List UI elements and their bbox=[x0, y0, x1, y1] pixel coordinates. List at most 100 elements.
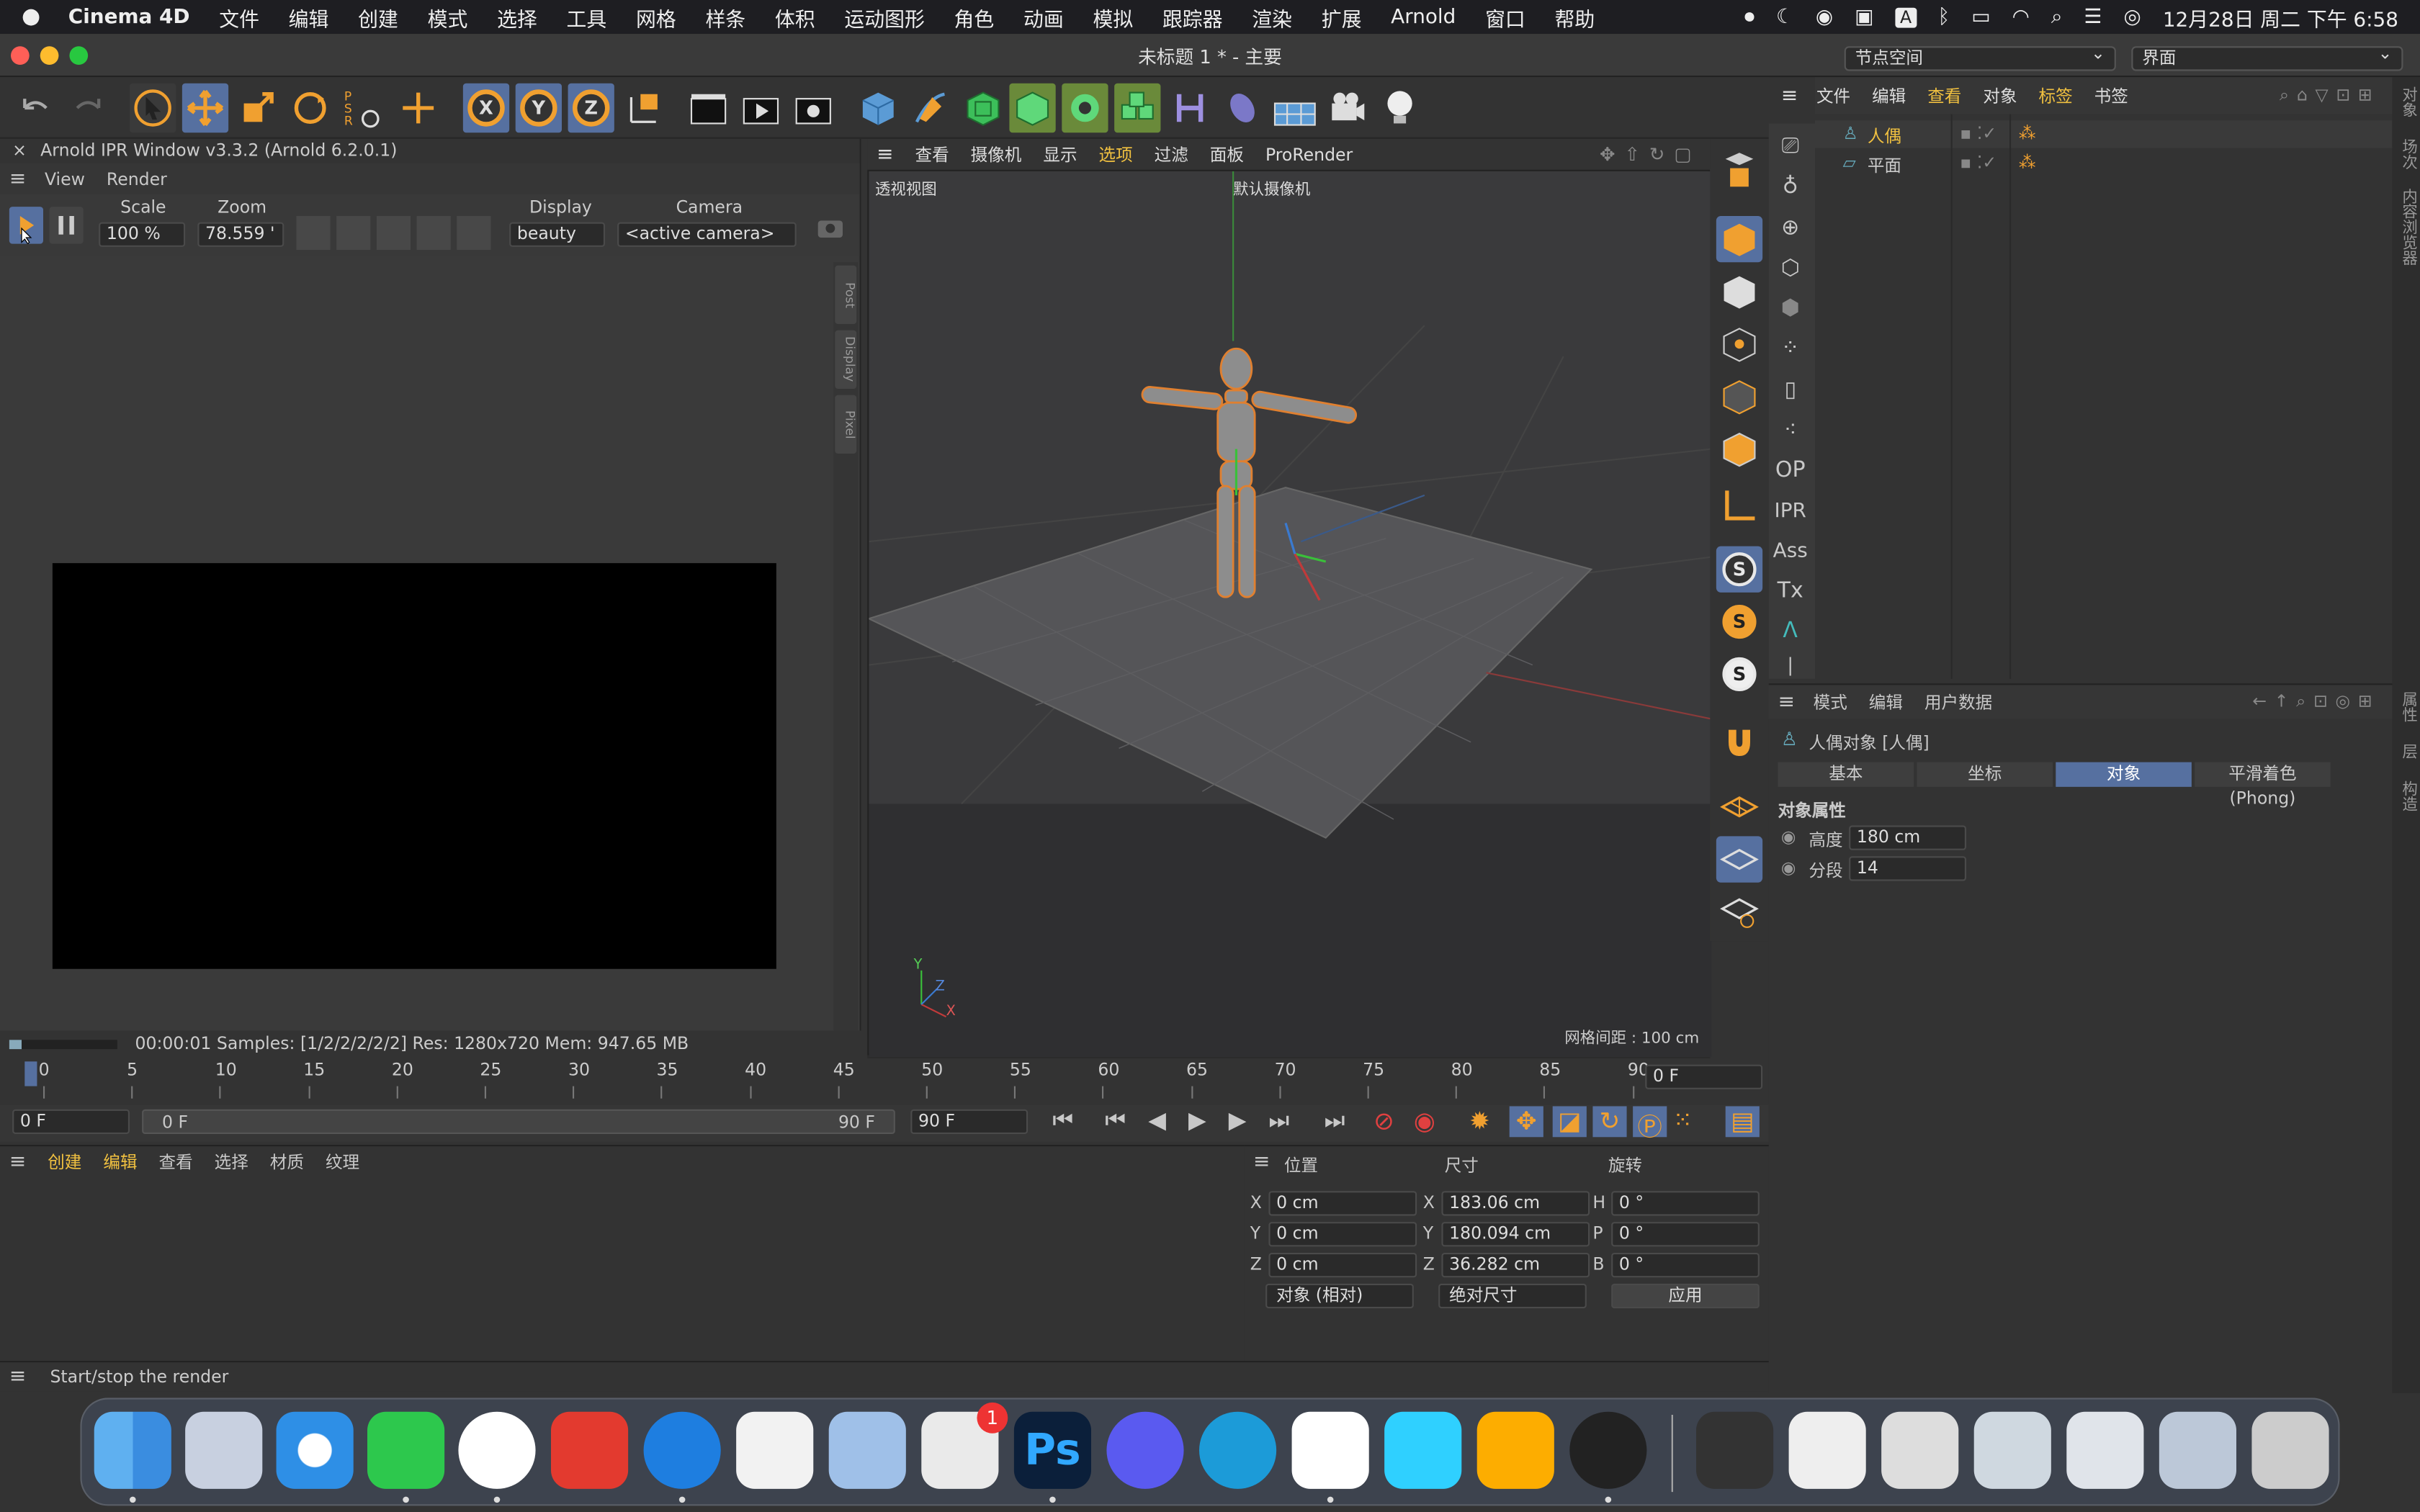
vp-menu-item[interactable]: ProRender bbox=[1265, 144, 1353, 164]
rotation-field[interactable]: 0 ° bbox=[1611, 1191, 1760, 1216]
view-icon-2[interactable] bbox=[376, 216, 411, 251]
tab-phong[interactable]: 平滑着色 (Phong) bbox=[2195, 762, 2331, 809]
object-name[interactable]: 人偶 bbox=[1868, 123, 1901, 148]
finder-icon[interactable] bbox=[94, 1411, 171, 1489]
appstore-icon[interactable]: 1 bbox=[921, 1402, 1008, 1489]
tag-icon[interactable]: ⁂ bbox=[2019, 153, 2036, 173]
arnold-camera-icon[interactable]: ⎚ bbox=[1769, 127, 1812, 167]
arnold-volume-icon[interactable]: ⬢ bbox=[1769, 289, 1812, 329]
menu-item[interactable]: 渲染 bbox=[1252, 2, 1292, 32]
workplane-lock-icon[interactable] bbox=[1716, 836, 1763, 883]
deformer-icon[interactable] bbox=[1167, 84, 1213, 133]
ipr-icon[interactable]: IPR bbox=[1769, 490, 1812, 531]
vp-menu-item[interactable]: 查看 bbox=[915, 142, 949, 166]
hamburger-icon[interactable]: ≡ bbox=[1778, 690, 1795, 714]
ipr-menu-render[interactable]: Render bbox=[107, 169, 167, 189]
vp-menu-item[interactable]: 显示 bbox=[1043, 142, 1077, 166]
light-icon[interactable] bbox=[1376, 84, 1422, 133]
undo-icon[interactable] bbox=[12, 84, 58, 133]
record-key-icon[interactable]: ⊘ bbox=[1373, 1106, 1394, 1135]
globe-icon[interactable] bbox=[336, 216, 371, 251]
timeline-playhead[interactable] bbox=[24, 1061, 37, 1086]
visibility-icon[interactable]: ▪ ⁚✓ bbox=[1960, 123, 1996, 143]
start-render-button[interactable] bbox=[9, 207, 43, 244]
menu-app[interactable]: Cinema 4D bbox=[68, 6, 190, 29]
menu-item[interactable]: 角色 bbox=[954, 2, 995, 32]
browser-icon[interactable] bbox=[643, 1411, 721, 1489]
window-thumbnail[interactable] bbox=[2066, 1411, 2144, 1489]
timeline-icon[interactable]: ▤ bbox=[1725, 1106, 1760, 1138]
preview-icon[interactable] bbox=[828, 1411, 906, 1489]
array-icon[interactable] bbox=[1114, 83, 1161, 133]
auto-key-icon[interactable]: ◉ bbox=[1414, 1106, 1435, 1135]
brush-icon[interactable] bbox=[457, 216, 491, 251]
wifi-icon[interactable]: ◠ bbox=[2012, 6, 2030, 29]
snap-icon[interactable] bbox=[1716, 719, 1762, 765]
tab-coord[interactable]: 坐标 bbox=[1917, 762, 2053, 787]
workplane-rotate-icon[interactable] bbox=[1716, 888, 1762, 935]
end-frame-field[interactable]: 90 F bbox=[910, 1109, 1028, 1134]
points-mode-icon[interactable] bbox=[1716, 321, 1762, 367]
menu-item[interactable]: 模式 bbox=[428, 2, 468, 32]
axis-mode-icon[interactable] bbox=[1716, 482, 1762, 528]
scale-icon[interactable] bbox=[235, 84, 281, 133]
key-position-icon[interactable]: ✥ bbox=[1509, 1106, 1543, 1138]
arnold-light-icon[interactable]: ♁ bbox=[1769, 166, 1812, 207]
more-icon[interactable]: | bbox=[1769, 651, 1812, 679]
zoom-field[interactable]: 78.559 ' bbox=[197, 222, 284, 247]
notification-icon[interactable]: ▣ bbox=[1855, 6, 1873, 29]
op-icon[interactable]: OP bbox=[1769, 451, 1812, 491]
attr-menu-item[interactable]: 用户数据 bbox=[1924, 690, 1992, 714]
apply-button[interactable]: 应用 bbox=[1611, 1283, 1760, 1309]
position-field[interactable]: 0 cm bbox=[1268, 1191, 1417, 1216]
object-row[interactable]: ♙ 人偶 ▪ ⁚✓ ⁂ bbox=[1815, 120, 2393, 148]
menu-item[interactable]: 模拟 bbox=[1093, 2, 1133, 32]
size-field[interactable]: 183.06 cm bbox=[1441, 1191, 1590, 1216]
prev-frame-icon[interactable]: ◀ bbox=[1148, 1106, 1166, 1134]
tab-object[interactable]: 对象 bbox=[2056, 762, 2192, 787]
menu-item[interactable]: 创建 bbox=[358, 2, 398, 32]
snapshot-camera-icon[interactable] bbox=[815, 213, 846, 241]
menu-item[interactable]: 体积 bbox=[775, 2, 815, 32]
arnold-scatter-icon[interactable]: ⁖ bbox=[1769, 410, 1812, 451]
om-menu-item[interactable]: 对象 bbox=[1983, 84, 2017, 108]
solo-hierarchy-icon[interactable]: S bbox=[1716, 598, 1762, 644]
mat-menu-item[interactable]: 查看 bbox=[159, 1149, 193, 1174]
render-image[interactable] bbox=[52, 563, 776, 969]
wechat-icon[interactable]: ◉ bbox=[1816, 6, 1833, 29]
hamburger-icon[interactable]: ≡ bbox=[1781, 84, 1798, 107]
z-axis-icon[interactable]: Z bbox=[568, 83, 614, 133]
arnold-particles-icon[interactable]: ⁘ bbox=[1769, 328, 1812, 369]
menu-item[interactable]: 选择 bbox=[497, 2, 537, 32]
texture-mode-icon[interactable] bbox=[1716, 269, 1762, 315]
cloner-icon[interactable] bbox=[1062, 83, 1108, 133]
menu-item[interactable]: 动画 bbox=[1023, 2, 1064, 32]
object-name[interactable]: 平面 bbox=[1868, 153, 1901, 177]
hamburger-icon[interactable]: ≡ bbox=[9, 1365, 26, 1388]
hamburger-icon[interactable]: ≡ bbox=[877, 143, 893, 166]
rotation-field[interactable]: 0 ° bbox=[1611, 1222, 1760, 1247]
moon-icon[interactable]: ☾ bbox=[1776, 6, 1794, 29]
mat-menu-item[interactable]: 纹理 bbox=[326, 1149, 359, 1174]
menu-item[interactable]: 编辑 bbox=[289, 2, 329, 32]
key-rotation-icon[interactable]: ↻ bbox=[1592, 1106, 1627, 1138]
scale-field[interactable]: 100 % bbox=[99, 222, 186, 247]
node-space-select[interactable]: 节点空间 bbox=[1844, 43, 2116, 71]
size-mode-select[interactable]: 绝对尺寸 bbox=[1438, 1283, 1587, 1309]
x-axis-icon[interactable]: X bbox=[462, 83, 510, 133]
side-tab-attributes[interactable]: 属性 bbox=[2396, 691, 2419, 722]
quicktime-icon[interactable] bbox=[1106, 1411, 1184, 1489]
menu-item[interactable]: 帮助 bbox=[1555, 2, 1595, 32]
attr-menu-item[interactable]: 编辑 bbox=[1869, 690, 1903, 714]
arnold-sky-icon[interactable]: ⊕ bbox=[1769, 208, 1812, 248]
side-tab-layers[interactable]: 层 bbox=[2396, 744, 2419, 759]
menu-item[interactable]: 运动图形 bbox=[844, 2, 924, 32]
view-icon-3[interactable] bbox=[416, 216, 451, 251]
vp-menu-item[interactable]: 选项 bbox=[1099, 142, 1133, 166]
menu-item[interactable]: 窗口 bbox=[1485, 2, 1525, 32]
window-thumbnail[interactable] bbox=[1696, 1411, 1774, 1489]
window-thumbnail[interactable] bbox=[2159, 1411, 2236, 1489]
key-scale-icon[interactable]: ◪ bbox=[1552, 1106, 1587, 1138]
side-tab-takes[interactable]: 场次 bbox=[2396, 139, 2419, 170]
workplane-icon[interactable] bbox=[1716, 784, 1762, 830]
